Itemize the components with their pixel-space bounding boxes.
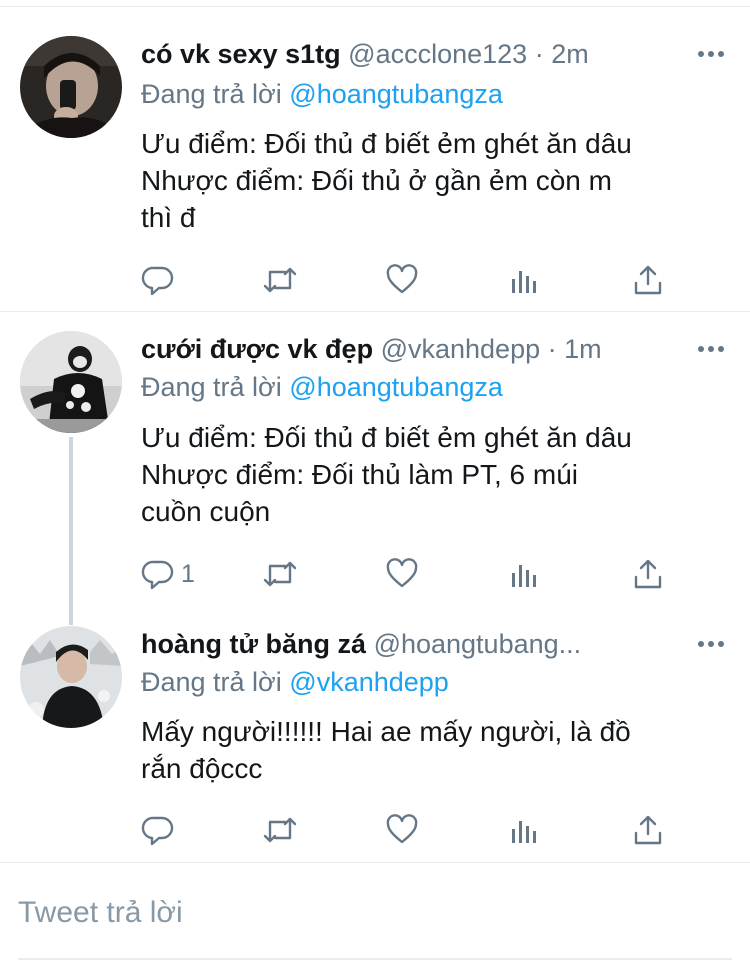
- tweet-text-line: Ưu điểm: Đối thủ đ biết ẻm ghét ăn dâu: [141, 422, 632, 453]
- tweet-text: Ưu điểm: Đối thủ đ biết ẻm ghét ăn dâu N…: [141, 125, 731, 236]
- replying-prefix: Đang trả lời: [141, 79, 282, 109]
- tweet-text-line: rắn độccc: [141, 753, 263, 784]
- tweet-divider: [0, 311, 750, 312]
- retweet-icon: [261, 813, 299, 847]
- like-button[interactable]: [385, 262, 419, 298]
- reply-icon: [141, 263, 175, 297]
- tweet-text: Ưu điểm: Đối thủ đ biết ẻm ghét ăn dâu N…: [141, 419, 731, 530]
- thread-line: [69, 437, 73, 625]
- separator-dot: ·: [547, 334, 557, 364]
- mention-link[interactable]: @hoangtubangza: [289, 372, 503, 402]
- tweet-text-line: cuồn cuộn: [141, 496, 271, 527]
- reply-button[interactable]: [141, 812, 181, 848]
- reply-button[interactable]: [141, 262, 181, 298]
- tweet-text: Mấy người!!!!!! Hai ae mấy người, là đồ …: [141, 713, 731, 787]
- replying-prefix: Đang trả lời: [141, 667, 282, 697]
- analytics-button[interactable]: [509, 262, 539, 298]
- retweet-icon: [261, 263, 299, 297]
- more-options-icon[interactable]: [696, 331, 726, 367]
- timestamp[interactable]: 2m: [551, 39, 589, 69]
- analytics-icon: [509, 813, 539, 847]
- display-name[interactable]: hoàng tử băng zá: [141, 629, 366, 659]
- replying-to: Đang trả lời @vkanhdepp: [141, 664, 449, 700]
- like-button[interactable]: [385, 812, 419, 848]
- tweet-actions: 1: [141, 556, 721, 592]
- compose-underline: [18, 958, 732, 960]
- tweet-text-line: Ưu điểm: Đối thủ đ biết ẻm ghét ăn dâu: [141, 128, 632, 159]
- tweet-text-line: Mấy người!!!!!! Hai ae mấy người, là đồ: [141, 716, 631, 747]
- analytics-icon: [509, 263, 539, 297]
- heart-icon: [385, 813, 419, 847]
- user-handle[interactable]: @hoangtubang...: [374, 629, 582, 659]
- display-name[interactable]: cưới được vk đẹp: [141, 334, 373, 364]
- share-button[interactable]: [631, 556, 665, 592]
- tweet-header: có vk sexy s1tg @accclone123 · 2m: [141, 36, 731, 72]
- more-options-icon[interactable]: [696, 36, 726, 72]
- avatar[interactable]: [20, 331, 122, 433]
- reply-button[interactable]: 1: [141, 556, 195, 592]
- tweet-divider: [0, 862, 750, 863]
- analytics-button[interactable]: [509, 556, 539, 592]
- tweet-text-line: Nhược điểm: Đối thủ làm PT, 6 múi: [141, 459, 579, 490]
- retweet-button[interactable]: [261, 556, 299, 592]
- avatar[interactable]: [20, 626, 122, 728]
- top-divider: [0, 6, 750, 7]
- more-options-icon[interactable]: [696, 626, 726, 662]
- mention-link[interactable]: @vkanhdepp: [289, 667, 449, 697]
- separator-dot: ·: [534, 39, 544, 69]
- reply-icon: [141, 557, 175, 591]
- heart-icon: [385, 263, 419, 297]
- analytics-icon: [509, 557, 539, 591]
- replying-to: Đang trả lời @hoangtubangza: [141, 369, 503, 405]
- tweet-actions: [141, 812, 721, 848]
- heart-icon: [385, 557, 419, 591]
- share-icon: [631, 263, 665, 297]
- share-button[interactable]: [631, 812, 665, 848]
- like-button[interactable]: [385, 556, 419, 592]
- retweet-button[interactable]: [261, 812, 299, 848]
- tweet-text-line: thì đ: [141, 202, 196, 233]
- share-button[interactable]: [631, 262, 665, 298]
- avatar[interactable]: [20, 36, 122, 138]
- analytics-button[interactable]: [509, 812, 539, 848]
- replying-to: Đang trả lời @hoangtubangza: [141, 76, 503, 112]
- tweet-actions: [141, 262, 721, 298]
- reply-icon: [141, 813, 175, 847]
- mention-link[interactable]: @hoangtubangza: [289, 79, 503, 109]
- timestamp[interactable]: 1m: [564, 334, 602, 364]
- reply-compose-input[interactable]: Tweet trả lời: [18, 893, 183, 933]
- tweet-text-line: Nhược điểm: Đối thủ ở gần ẻm còn m: [141, 165, 612, 196]
- display-name[interactable]: có vk sexy s1tg: [141, 39, 341, 69]
- retweet-icon: [261, 557, 299, 591]
- reply-count: 1: [181, 559, 195, 588]
- tweet-header: cưới được vk đẹp @vkanhdepp · 1m: [141, 331, 731, 367]
- tweet-header: hoàng tử băng zá @hoangtubang...: [141, 626, 731, 662]
- share-icon: [631, 813, 665, 847]
- share-icon: [631, 557, 665, 591]
- user-handle[interactable]: @vkanhdepp: [381, 334, 541, 364]
- replying-prefix: Đang trả lời: [141, 372, 282, 402]
- user-handle[interactable]: @accclone123: [348, 39, 527, 69]
- retweet-button[interactable]: [261, 262, 299, 298]
